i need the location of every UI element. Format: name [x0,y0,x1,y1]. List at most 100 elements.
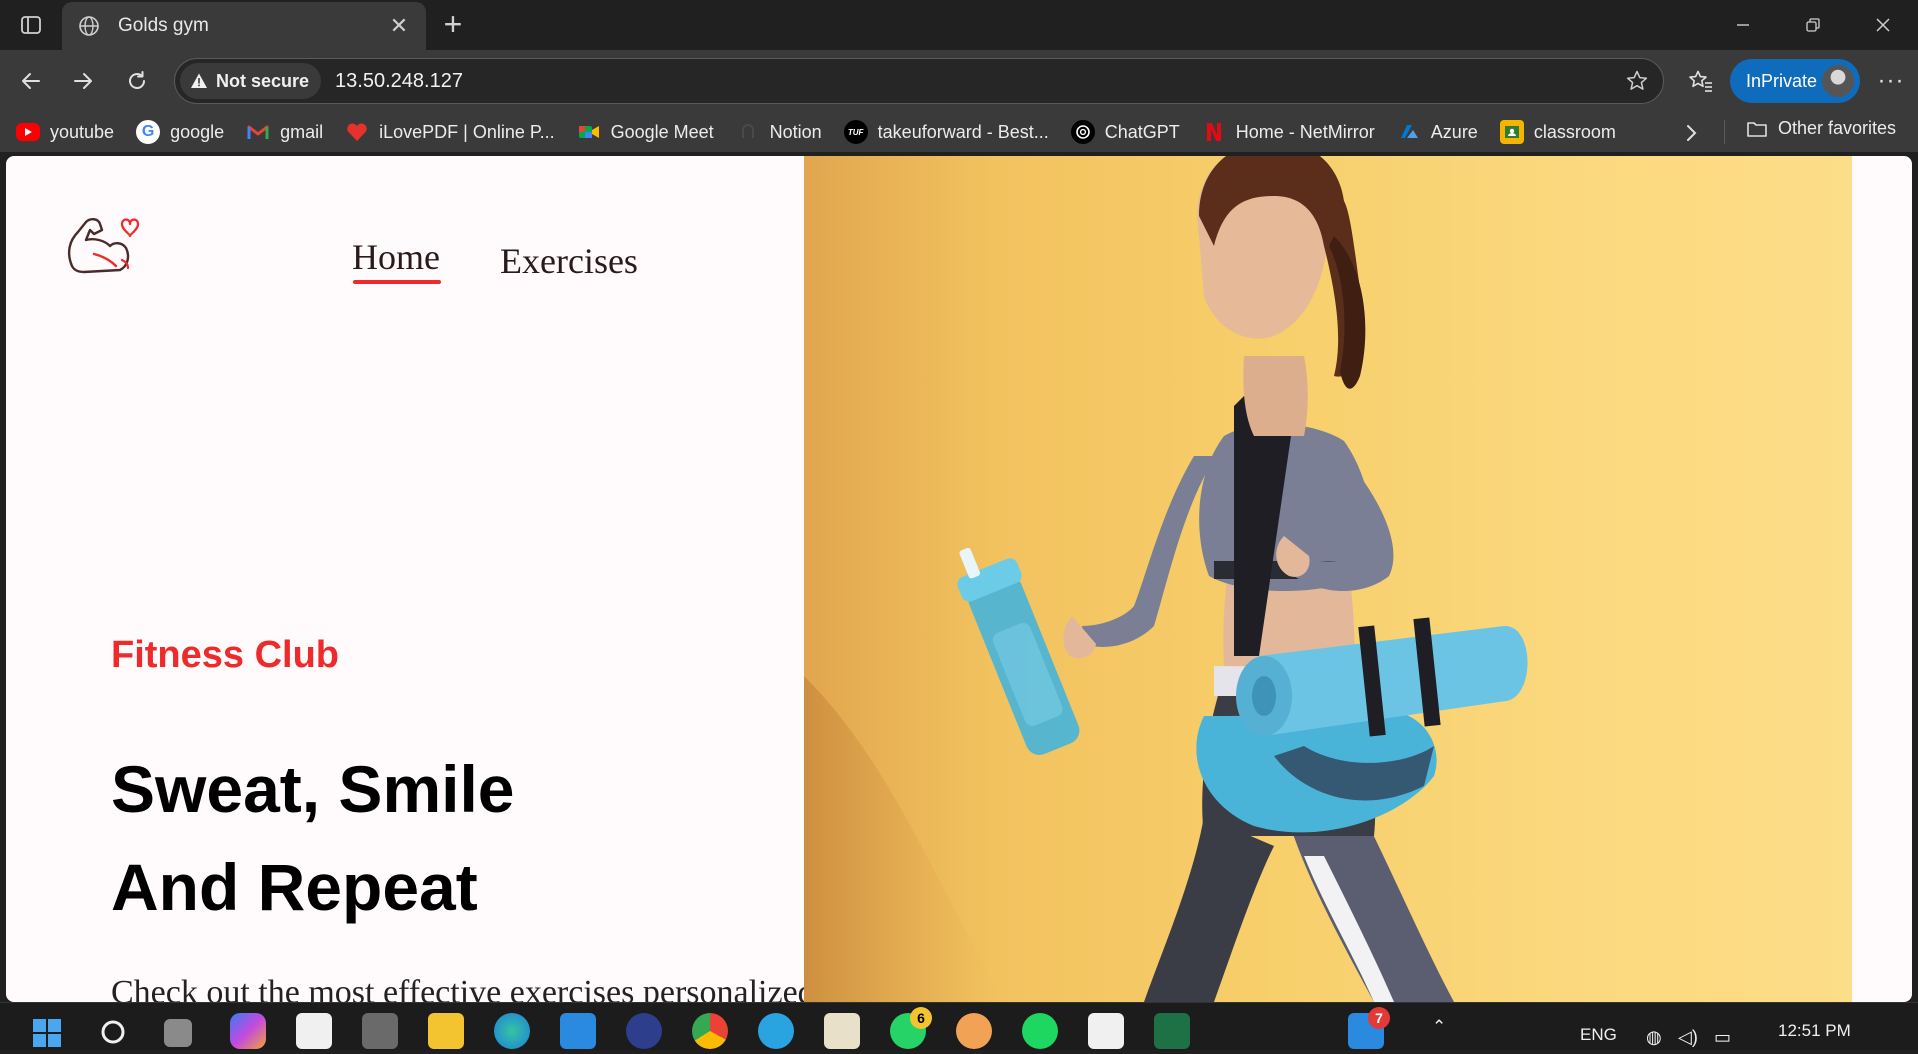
language-indicator[interactable]: ENG [1580,1025,1617,1045]
forward-arrow-icon[interactable] [64,62,102,100]
hero-title: Sweat, Smile And Repeat [111,740,811,936]
clock-time[interactable]: 12:51 PM [1778,1021,1851,1041]
file-explorer-icon[interactable] [428,1013,464,1049]
back-arrow-icon[interactable] [12,62,50,100]
excel-icon[interactable] [1154,1013,1190,1049]
nav-home-link[interactable]: Home [352,236,440,278]
bookmark-netmirror[interactable]: Home - NetMirror [1202,120,1375,144]
close-window-button[interactable] [1848,0,1918,50]
azure-icon [1397,120,1421,144]
takeuforward-icon: TUF [843,120,868,144]
windows-taskbar: 6 7 ⌃ ENG ◍ ◁) ▭ 12:51 PM [0,1002,1918,1050]
task-view-icon[interactable] [164,1019,192,1047]
gmail-icon [246,120,270,144]
hero-title-line-2: And Repeat [111,850,478,924]
bookmark-youtube[interactable]: youtube [16,122,114,143]
chevron-right-icon[interactable] [1676,118,1706,148]
browser-tab[interactable]: Golds gym ✕ [62,2,426,50]
ilovepdf-icon [345,120,369,144]
close-tab-icon[interactable]: ✕ [386,13,412,39]
bookmarks-bar: youtube G google gmail iLovePDF | Online… [0,112,1918,152]
volume-icon[interactable]: ◁) [1678,1027,1698,1048]
minimize-button[interactable] [1708,0,1778,50]
copilot-icon[interactable] [230,1013,266,1049]
page-viewport: Home Exercises Fitness Club Sweat, Smile… [6,156,1912,1002]
restore-button[interactable] [1778,0,1848,50]
netmirror-icon [1202,120,1226,144]
bookmark-azure[interactable]: Azure [1397,120,1478,144]
chrome-icon[interactable] [692,1013,728,1049]
inprivate-button[interactable]: InPrivate [1730,59,1860,103]
battery-icon[interactable]: ▭ [1714,1027,1731,1048]
snipping-tool-icon[interactable] [1088,1013,1124,1049]
notion-icon [736,120,760,144]
bookmark-label: iLovePDF | Online P... [379,121,555,142]
notepad-icon[interactable] [824,1013,860,1049]
bookmark-google[interactable]: G google [136,120,224,144]
classroom-icon [1499,120,1524,144]
tab-title: Golds gym [118,15,209,36]
app-icon[interactable] [956,1013,992,1049]
gym-logo-icon[interactable] [64,204,140,284]
google-icon: G [136,120,161,144]
google-meet-icon [577,120,601,144]
bookmark-label: Azure [1430,121,1478,142]
bookmark-label: ChatGPT [1104,121,1180,142]
security-label: Not secure [216,70,310,91]
nav-exercises-link[interactable]: Exercises [500,240,638,282]
hero-title-line-1: Sweat, Smile [111,752,515,826]
bookmark-gmail[interactable]: gmail [246,120,323,144]
bookmarks-divider [1724,120,1725,144]
bookmark-label: Home - NetMirror [1235,121,1375,142]
bookmark-label: youtube [50,121,115,142]
edge-icon[interactable] [494,1013,530,1049]
bookmark-notion[interactable]: Notion [736,120,822,144]
active-nav-underline [353,280,441,284]
address-bar[interactable]: Not secure 13.50.248.127 [174,58,1664,104]
more-options-icon[interactable]: ··· [1872,62,1910,100]
chevron-up-icon[interactable]: ⌃ [1432,1017,1446,1037]
bookmark-label: google [170,121,225,142]
bookmark-label: gmail [280,121,324,142]
other-favorites-label: Other favorites [1778,118,1897,138]
search-icon[interactable] [96,1013,132,1049]
vscode-icon[interactable] [560,1013,596,1049]
other-favorites-folder[interactable]: Other favorites [1746,118,1896,139]
tab-actions-icon[interactable] [14,10,48,40]
favorites-icon[interactable] [1682,62,1720,100]
url-text[interactable]: 13.50.248.127 [335,70,1617,93]
chatgpt-icon [1070,120,1095,144]
microsoft-store-icon[interactable] [296,1013,332,1049]
bookmark-label: takeuforward - Best... [877,121,1049,142]
bookmark-takeuforward[interactable]: TUF takeuforward - Best... [843,120,1049,144]
telegram-icon[interactable] [758,1013,794,1049]
whatsapp-notification-badge: 6 [910,1007,932,1029]
eclipse-icon[interactable] [626,1013,662,1049]
app-notification-badge: 7 [1368,1007,1390,1029]
youtube-icon [16,123,40,141]
bookmark-google-meet[interactable]: Google Meet [577,120,714,144]
bookmark-classroom[interactable]: classroom [1499,120,1616,144]
network-icon[interactable]: ◍ [1646,1027,1662,1048]
windows-start-icon[interactable] [30,1013,66,1049]
camera-icon[interactable] [362,1013,398,1049]
bookmark-ilovepdf[interactable]: iLovePDF | Online P... [345,120,555,144]
browser-titlebar: Golds gym ✕ + [0,0,1918,50]
hero-eyebrow: Fitness Club [111,634,340,676]
refresh-icon[interactable] [118,62,156,100]
bookmark-chatgpt[interactable]: ChatGPT [1070,120,1180,144]
star-icon[interactable] [1617,61,1657,101]
hero-description: Check out the most effective exercises p… [111,974,910,1002]
globe-icon [76,13,102,39]
bookmark-label: Notion [769,121,822,142]
folder-icon [1746,119,1768,139]
bookmark-label: Google Meet [610,121,714,142]
hero-banner-image [804,156,1852,1002]
inprivate-label: InPrivate [1746,70,1818,91]
bookmark-label: classroom [1533,121,1616,142]
spotify-icon[interactable] [1022,1013,1058,1049]
new-tab-button[interactable]: + [436,8,470,42]
browser-toolbar: Not secure 13.50.248.127 InPrivate ··· [0,50,1918,112]
warning-icon [190,72,208,90]
site-security-chip[interactable]: Not secure [180,63,322,99]
